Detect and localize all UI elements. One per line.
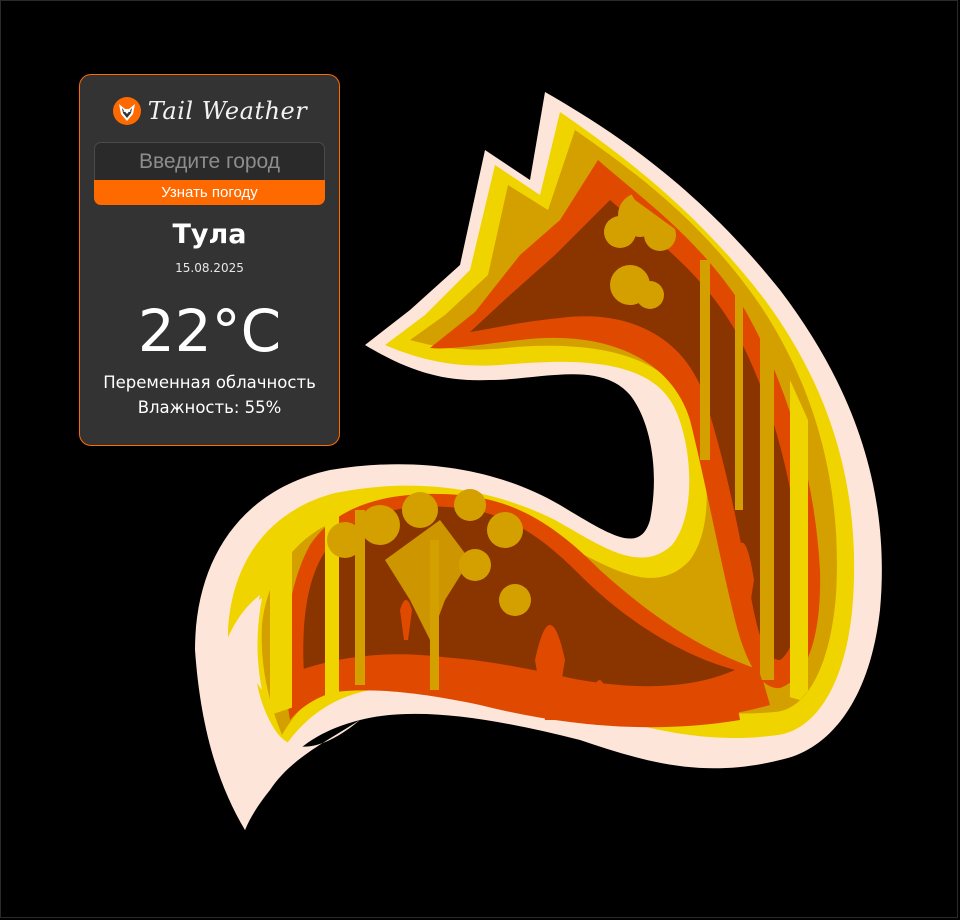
get-weather-button[interactable]: Узнать погоду [94,180,325,205]
city-name: Тула [172,219,247,250]
city-search-input[interactable] [94,142,325,180]
temperature: 22°C [137,297,282,365]
humidity: Влажность: 55% [137,398,282,417]
brand-header: Tail Weather [80,93,339,129]
weather-date: 15.08.2025 [175,261,244,275]
brand-name: Tail Weather [147,97,308,125]
weather-card: Tail Weather Узнать погоду Тула 15.08.20… [79,74,340,446]
weather-condition: Переменная облачность [103,373,316,392]
fox-logo-icon [112,97,141,125]
